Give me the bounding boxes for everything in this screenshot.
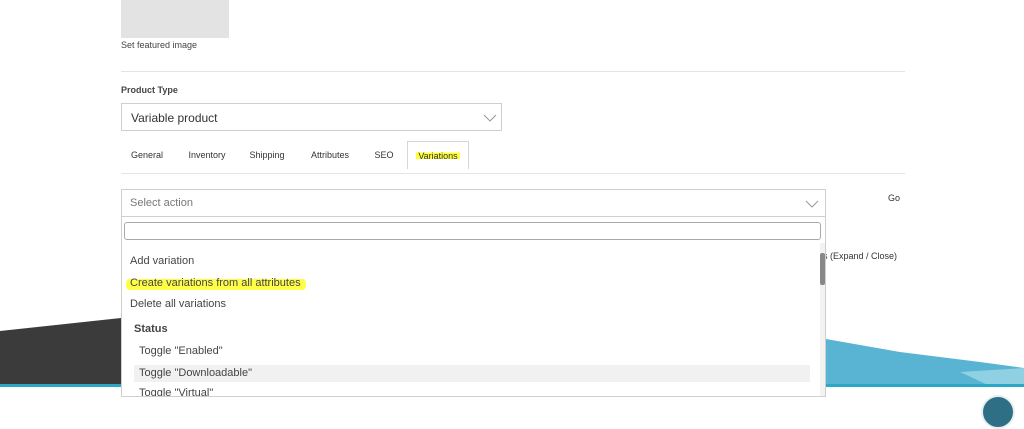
dropdown-search-input[interactable]: [124, 222, 821, 240]
tab-variations[interactable]: Variations: [407, 141, 469, 169]
product-type-select[interactable]: Variable product: [121, 103, 502, 131]
variation-action-select[interactable]: Select action: [121, 189, 826, 217]
circle-button-icon[interactable]: [981, 395, 1015, 429]
tab-attributes[interactable]: Attributes: [305, 141, 355, 169]
tabs-divider: [121, 173, 905, 174]
expand-close-link[interactable]: s (Expand / Close): [823, 251, 897, 261]
chevron-down-icon: [483, 114, 497, 122]
go-button[interactable]: Go: [888, 193, 900, 203]
dropdown-option-delete-variations[interactable]: Delete all variations: [130, 298, 226, 310]
product-type-value: Variable product: [131, 111, 218, 125]
tab-shipping[interactable]: Shipping: [243, 141, 291, 169]
set-featured-image-link[interactable]: Set featured image: [121, 40, 197, 50]
tab-seo[interactable]: SEO: [371, 141, 397, 169]
featured-image-thumbnail[interactable]: [121, 0, 229, 38]
variation-action-dropdown: Add variation Create variations from all…: [121, 217, 826, 397]
dropdown-option-create-variations[interactable]: Create variations from all attributes: [130, 277, 301, 289]
product-type-label: Product Type: [121, 85, 178, 95]
dropdown-group-status: Status: [134, 323, 168, 335]
dropdown-option-add-variation[interactable]: Add variation: [130, 255, 194, 267]
chevron-down-icon: [805, 200, 819, 208]
dropdown-option-toggle-virtual[interactable]: Toggle "Virtual": [139, 387, 213, 396]
divider: [121, 71, 905, 72]
dropdown-scrollbar-thumb[interactable]: [820, 253, 825, 285]
tab-general[interactable]: General: [121, 141, 173, 169]
variation-action-placeholder: Select action: [130, 197, 193, 209]
dropdown-option-toggle-downloadable[interactable]: Toggle "Downloadable": [134, 365, 810, 382]
tab-inventory[interactable]: Inventory: [181, 141, 233, 169]
dropdown-option-toggle-enabled[interactable]: Toggle "Enabled": [139, 345, 223, 357]
